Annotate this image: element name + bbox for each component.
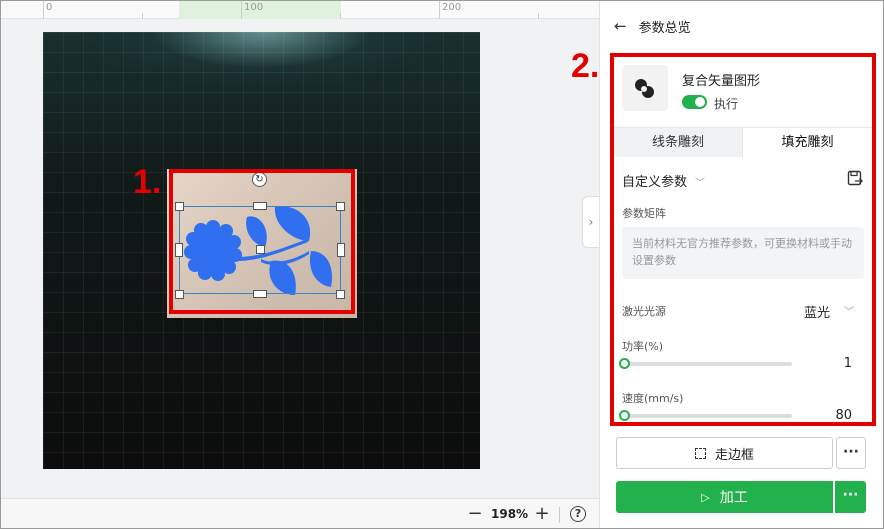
ruler-label: 0 — [46, 2, 53, 13]
ruler-tick — [43, 1, 44, 19]
zoom-bar: − 198% + ? — [1, 498, 599, 528]
laser-source-label: 激光光源 — [622, 305, 666, 318]
horizontal-ruler: 0 100 200 — [1, 1, 599, 19]
save-preset-icon[interactable] — [847, 170, 864, 187]
frame-button[interactable]: 走边框 — [616, 437, 833, 469]
object-thumbnail — [622, 65, 668, 111]
speed-slider-knob[interactable] — [619, 410, 630, 421]
ruler-tick — [340, 13, 341, 19]
ruler-tick — [538, 13, 539, 19]
object-parameter-card: 复合矢量图形 执行 线条雕刻 填充雕刻 自定义参数 ﹀ 参数矩阵 当前材料无官方推… — [610, 53, 876, 426]
power-value[interactable]: 1 — [814, 356, 852, 371]
panel-title: 参数总览 — [638, 20, 691, 36]
app-window: 0 100 200 ↻ 1. › − 198% + ? ← 参数总览 复合矢量图… — [0, 0, 884, 529]
zoom-in-button[interactable]: + — [532, 504, 552, 524]
ruler-label: 200 — [442, 2, 462, 13]
matrix-hint: 当前材料无官方推荐参数，可更换材料或手动设置参数 — [622, 227, 864, 279]
process-button-label: 加工 — [719, 490, 748, 506]
ruler-tick — [142, 13, 143, 19]
speed-label: 速度(mm/s) — [622, 392, 684, 405]
execute-label: 执行 — [714, 97, 739, 111]
ruler-tick — [439, 1, 440, 19]
zoom-level: 198% — [491, 507, 529, 521]
ruler-label: 100 — [244, 2, 264, 13]
play-icon: ▷ — [701, 490, 710, 504]
power-label-row: 功率(%) — [622, 338, 864, 354]
collapse-panel-button[interactable]: › — [582, 196, 599, 248]
object-name: 复合矢量图形 — [682, 74, 761, 89]
parameter-panel: ← 参数总览 复合矢量图形 执行 线条雕刻 填充雕刻 自定义参数 ﹀ 参数矩阵 … — [571, 1, 883, 528]
zoom-out-button[interactable]: − — [465, 504, 485, 524]
speed-slider[interactable] — [619, 410, 792, 421]
ruler-tick — [241, 1, 242, 19]
engrave-mode-tabs: 线条雕刻 填充雕刻 — [614, 127, 872, 158]
execute-toggle[interactable] — [682, 95, 707, 109]
tab-line-engrave[interactable]: 线条雕刻 — [614, 128, 742, 158]
preset-dropdown[interactable]: 自定义参数 ﹀ — [622, 171, 705, 190]
laser-source-row[interactable]: 激光光源 蓝光 ﹀ — [622, 302, 864, 321]
frame-button-label: 走边框 — [714, 447, 754, 463]
callout-number-one: 1. — [133, 163, 162, 201]
canvas-area[interactable]: 0 100 200 ↻ 1. › − 198% + ? — [1, 1, 599, 528]
divider — [559, 507, 560, 523]
tab-fill-engrave[interactable]: 填充雕刻 — [742, 128, 872, 158]
speed-label-row: 速度(mm/s) — [622, 390, 864, 406]
power-slider-knob[interactable] — [619, 358, 630, 369]
panel-header: ← 参数总览 — [614, 15, 691, 37]
preset-label: 自定义参数 — [622, 175, 688, 190]
frame-more-button[interactable]: ··· — [836, 437, 866, 469]
back-arrow-icon[interactable]: ← — [614, 17, 627, 35]
help-icon[interactable]: ? — [570, 506, 586, 522]
chevron-down-icon: ﹀ — [844, 307, 854, 318]
process-more-button[interactable]: ··· — [835, 481, 866, 513]
callout-box-one — [169, 169, 355, 314]
chevron-down-icon: ﹀ — [695, 178, 706, 189]
laser-source-value[interactable]: 蓝光 — [804, 302, 830, 321]
speed-value[interactable]: 80 — [814, 408, 852, 422]
compound-shape-icon — [635, 79, 654, 98]
power-slider[interactable] — [619, 358, 792, 369]
power-label: 功率(%) — [622, 340, 664, 353]
process-button[interactable]: ▷ 加工 — [616, 481, 833, 513]
frame-dashed-icon — [694, 447, 706, 459]
matrix-label: 参数矩阵 — [622, 207, 666, 220]
callout-number-two: 2. — [571, 47, 600, 85]
